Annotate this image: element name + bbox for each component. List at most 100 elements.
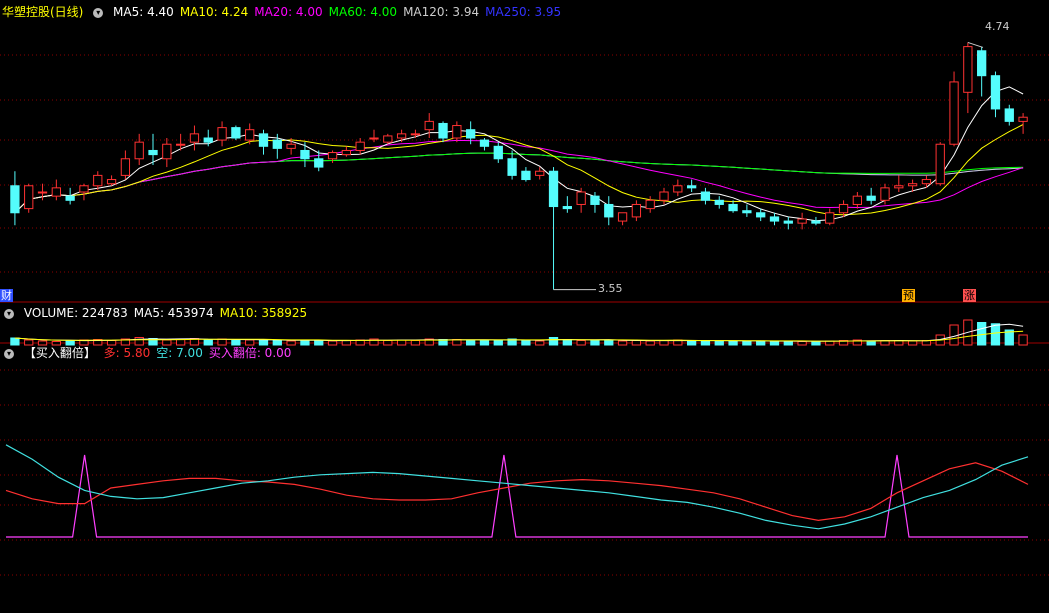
candle	[645, 199, 655, 210]
candle	[258, 133, 269, 147]
buy-signal-line	[6, 454, 1028, 538]
volume-bar	[686, 340, 697, 346]
candle	[686, 185, 697, 189]
candle	[852, 195, 863, 205]
volume-label-1: MA5: 453974	[133, 306, 214, 320]
candle	[65, 195, 75, 201]
indicator-legend: 多: 5.80 空: 7.00 买入翻倍: 0.00	[104, 346, 298, 360]
candle	[314, 158, 324, 168]
ma-label-5: MA250: 3.95	[485, 5, 562, 19]
volume-bar	[728, 340, 738, 346]
volume-bar	[742, 340, 752, 346]
candle	[521, 170, 531, 181]
price-header: 华塑控股(日线) ▾ MA5: 4.40 MA10: 4.24 MA20: 4.00…	[2, 4, 573, 20]
candle	[438, 122, 448, 139]
indicator-header: ▾ 【买入翻倍】 多: 5.80 空: 7.00 买入翻倍: 0.00	[2, 345, 303, 361]
candle	[990, 75, 1001, 110]
candle	[659, 191, 669, 201]
candle	[921, 179, 932, 185]
volume-bar	[907, 340, 918, 346]
volume-ma5-line	[14, 323, 1024, 342]
ma-label-3: MA60: 4.00	[328, 5, 398, 19]
volume-bar	[949, 324, 959, 346]
indicator-label-0: 多: 5.80	[103, 346, 151, 360]
volume-bar	[769, 341, 780, 346]
finance-marker[interactable]: 财	[0, 289, 13, 302]
candle	[300, 149, 310, 160]
candle	[203, 137, 213, 143]
candle	[535, 170, 545, 176]
candle	[617, 212, 628, 222]
candle	[673, 185, 683, 193]
candle	[424, 120, 434, 131]
indicator-name[interactable]: 【买入翻倍】	[24, 346, 96, 360]
candle	[963, 46, 973, 93]
candle	[24, 185, 34, 210]
volume-bar	[631, 340, 642, 346]
candle	[562, 206, 572, 210]
rise-marker[interactable]: 涨	[963, 289, 976, 302]
volume-label-0: VOLUME: 224783	[23, 306, 128, 320]
candle	[452, 125, 462, 139]
candle	[935, 143, 945, 185]
volume-bar	[617, 340, 628, 346]
candle	[838, 203, 849, 214]
candle	[548, 170, 559, 208]
volume-bar	[977, 322, 987, 346]
volume-label-2: MA10: 358925	[219, 306, 308, 320]
volume-bar	[521, 340, 531, 346]
volume-bar	[562, 339, 572, 346]
ma-label-2: MA20: 4.00	[254, 5, 323, 19]
volume-bar	[604, 339, 614, 346]
volume-bar	[383, 340, 393, 346]
candle	[272, 139, 282, 149]
ma-label-1: MA10: 4.24	[179, 5, 249, 19]
volume-bar	[866, 340, 876, 346]
low-price-label: 3.55	[598, 282, 623, 295]
candle	[949, 81, 959, 145]
candle	[10, 185, 20, 214]
candle	[576, 191, 586, 205]
candle	[79, 185, 89, 193]
volume-bar	[535, 340, 545, 346]
candle	[894, 185, 904, 189]
volume-bar	[10, 337, 20, 346]
candle	[148, 149, 158, 156]
stock-title[interactable]: 华塑控股(日线)	[2, 5, 83, 19]
candle	[231, 127, 241, 139]
volume-header: ▾ VOLUME: 224783 MA5: 453974 MA10: 358925	[2, 305, 319, 321]
candle	[493, 145, 503, 160]
volume-bar	[410, 340, 421, 346]
candle	[341, 149, 352, 156]
candle	[162, 143, 172, 160]
volume-ma10-line	[14, 330, 1024, 342]
candle	[700, 191, 711, 201]
volume-bar	[590, 340, 600, 346]
candle	[769, 216, 780, 222]
candle	[797, 218, 807, 224]
indicator-label-2: 买入翻倍: 0.00	[208, 346, 292, 360]
volume-bar	[466, 339, 476, 346]
ma-label-4: MA120: 3.94	[403, 5, 480, 19]
ma10-line	[14, 124, 1024, 216]
volume-bar	[134, 337, 144, 346]
candle	[728, 203, 738, 212]
candle	[396, 133, 407, 139]
dropdown-icon[interactable]: ▾	[4, 308, 14, 319]
candle	[811, 220, 821, 224]
candle	[1018, 116, 1028, 122]
ma120-line	[14, 152, 1024, 214]
dropdown-icon[interactable]: ▾	[93, 7, 104, 18]
candle	[742, 210, 752, 214]
candle	[507, 158, 517, 176]
forecast-marker[interactable]: 预	[902, 289, 915, 302]
dropdown-icon[interactable]: ▾	[4, 348, 14, 359]
candle	[1004, 108, 1014, 122]
ma-legend: MA5: 4.40 MA10: 4.24 MA20: 4.00 MA60: 4.00 M…	[113, 5, 567, 19]
volume-bar	[479, 340, 490, 346]
volume-bar	[314, 340, 324, 346]
volume-bar	[341, 340, 352, 346]
volume-bar	[327, 340, 338, 346]
candle	[245, 129, 255, 141]
volume-bar	[1018, 334, 1028, 346]
